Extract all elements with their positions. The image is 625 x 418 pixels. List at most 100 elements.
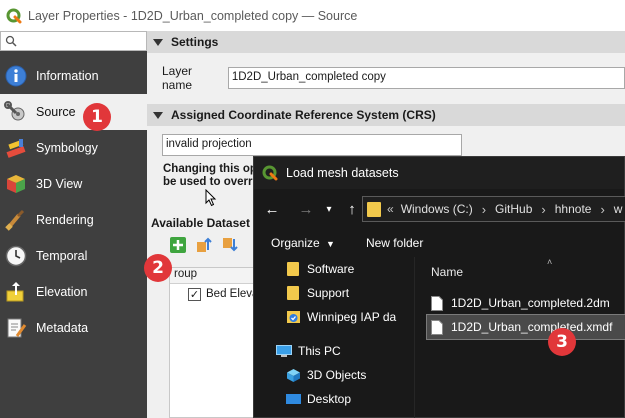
file-name: 1D2D_Urban_completed.xmdf — [451, 320, 613, 334]
back-arrow-icon[interactable]: ← — [260, 201, 284, 218]
sidebar-item-3d-view[interactable]: 3D View — [0, 166, 147, 202]
step-badge-3: 3 — [548, 328, 576, 356]
sidebar-item-symbology[interactable]: Symbology — [0, 130, 147, 166]
sidebar-item-metadata[interactable]: Metadata — [0, 310, 147, 346]
available-datasets-title: Available Dataset — [151, 216, 250, 230]
clock-icon — [4, 244, 28, 268]
layer-name-label: Layer name — [162, 64, 193, 92]
file-name: 1D2D_Urban_completed.2dm — [451, 296, 610, 310]
dataset-checkbox[interactable]: ✓ — [188, 287, 201, 301]
sidebar-item-label: Temporal — [36, 249, 88, 263]
nav-item-support[interactable]: Support — [254, 281, 414, 305]
dataset-row-label: Bed Eleva — [206, 288, 259, 300]
name-column-label: Name — [431, 265, 464, 279]
sidebar-item-label: Information — [36, 69, 99, 83]
paintbrush-icon — [4, 208, 28, 232]
recent-locations-chevron-icon[interactable]: ▾ — [322, 204, 336, 215]
sidebar-item-label: Source — [36, 105, 76, 119]
collapse-arrow-icon — [153, 111, 163, 119]
breadcrumb-item[interactable]: hhnote — [555, 202, 592, 216]
qgis-logo-icon — [6, 8, 22, 23]
collapse-all-icon[interactable] — [195, 236, 213, 254]
nav-item-this-pc[interactable]: This PC — [254, 339, 414, 363]
chevron-right-icon: › — [541, 201, 546, 217]
dialog-titlebar: Load mesh datasets — [254, 157, 624, 189]
search-icon — [5, 35, 17, 47]
navigation-pane: Software Support Winnipeg IAP da This PC… — [254, 257, 414, 418]
chevron-right-icon: › — [600, 201, 605, 217]
settings-group-header[interactable]: Settings — [147, 31, 625, 53]
folder-icon — [287, 262, 299, 276]
file-icon — [431, 295, 443, 311]
dialog-title: Load mesh datasets — [286, 166, 399, 180]
sort-chevron-icon: ˄ — [547, 257, 553, 267]
sidebar-search-input[interactable] — [0, 31, 147, 51]
file-item-2dm[interactable]: 1D2D_Urban_completed.2dm — [415, 291, 625, 315]
sidebar-item-source[interactable]: Source — [0, 94, 147, 130]
sidebar-item-label: 3D View — [36, 177, 83, 191]
sidebar-item-label: Symbology — [36, 141, 98, 155]
nav-item-label: Winnipeg IAP da — [307, 310, 397, 324]
elevation-icon — [4, 280, 28, 304]
nav-item-label: Desktop — [307, 392, 352, 406]
folder-icon — [287, 286, 299, 300]
information-icon — [4, 64, 28, 88]
up-arrow-icon[interactable]: ↑ — [340, 201, 364, 218]
monitor-icon — [276, 344, 292, 357]
crs-warning-line: be used to overr — [163, 176, 253, 188]
cube-icon — [287, 368, 300, 382]
organize-label: Organize — [271, 236, 320, 250]
collapse-arrow-icon — [153, 38, 163, 46]
crs-group-header[interactable]: Assigned Coordinate Reference System (CR… — [147, 104, 625, 126]
layer-name-input[interactable]: 1D2D_Urban_completed copy — [227, 67, 625, 89]
desktop-icon — [286, 393, 301, 404]
chevron-right-icon: › — [481, 201, 487, 217]
nav-item-label: Support — [307, 286, 350, 300]
forward-arrow-icon[interactable]: → — [294, 201, 318, 218]
sidebar-item-rendering[interactable]: Rendering — [0, 202, 147, 238]
paintbrush-palette-icon — [4, 136, 28, 160]
crs-warning-line: Changing this op — [163, 163, 257, 175]
breadcrumb-overflow[interactable]: « — [387, 202, 394, 216]
file-list-pane: Name ˄ 1D2D_Urban_completed.2dm 1D2D_Urb… — [414, 257, 625, 418]
crs-header-label: Assigned Coordinate Reference System (CR… — [171, 108, 436, 122]
nav-item-label: 3D Objects — [307, 368, 367, 382]
step-badge-1: 1 — [83, 103, 111, 131]
crs-select[interactable]: invalid projection — [162, 134, 462, 156]
file-item-xmdf[interactable]: 1D2D_Urban_completed.xmdf — [426, 314, 625, 340]
organize-button[interactable]: Organize ▼ — [271, 236, 335, 250]
sidebar-item-label: Rendering — [36, 213, 94, 227]
chevron-down-icon: ▼ — [326, 239, 335, 249]
nav-item-winnipeg[interactable]: Winnipeg IAP da — [254, 305, 414, 329]
onedrive-folder-icon — [287, 311, 300, 323]
sidebar-item-label: Metadata — [36, 321, 89, 335]
nav-item-label: This PC — [298, 344, 341, 358]
expand-all-icon[interactable] — [221, 236, 239, 254]
datasets-toolbar — [169, 236, 239, 254]
add-dataset-icon[interactable] — [169, 236, 187, 254]
crs-warning-text: Changing this op be used to overr — [163, 163, 257, 189]
layer-name-row: Layer name 1D2D_Urban_completed copy — [162, 64, 625, 92]
document-pencil-icon — [4, 316, 28, 340]
load-mesh-datasets-dialog: Load mesh datasets ← → ▾ ↑ « Windows (C:… — [253, 156, 625, 418]
breadcrumb-item[interactable]: w — [614, 202, 623, 216]
wrench-gear-icon — [4, 100, 28, 124]
sidebar-item-temporal[interactable]: Temporal — [0, 238, 147, 274]
settings-header-label: Settings — [171, 35, 219, 49]
nav-item-3d-objects[interactable]: 3D Objects — [254, 363, 414, 387]
sidebar-item-information[interactable]: Information — [0, 58, 147, 94]
cube-3d-icon — [4, 172, 28, 196]
step-badge-2: 2 — [144, 254, 172, 282]
breadcrumb-item[interactable]: GitHub — [495, 202, 532, 216]
qgis-logo-icon — [262, 165, 278, 181]
address-bar[interactable]: « Windows (C:) › GitHub › hhnote › w — [362, 196, 625, 222]
file-icon — [431, 319, 443, 335]
breadcrumb-item[interactable]: Windows (C:) — [401, 202, 473, 216]
new-folder-button[interactable]: New folder — [366, 236, 423, 250]
dialog-navigation-bar: ← → ▾ ↑ « Windows (C:) › GitHub › hhnote… — [254, 191, 625, 227]
name-column-header[interactable]: Name ˄ — [415, 257, 625, 287]
nav-item-desktop[interactable]: Desktop — [254, 387, 414, 411]
dialog-toolbar: Organize ▼ New folder — [254, 229, 625, 257]
sidebar-item-elevation[interactable]: Elevation — [0, 274, 147, 310]
nav-item-software[interactable]: Software — [254, 257, 414, 281]
